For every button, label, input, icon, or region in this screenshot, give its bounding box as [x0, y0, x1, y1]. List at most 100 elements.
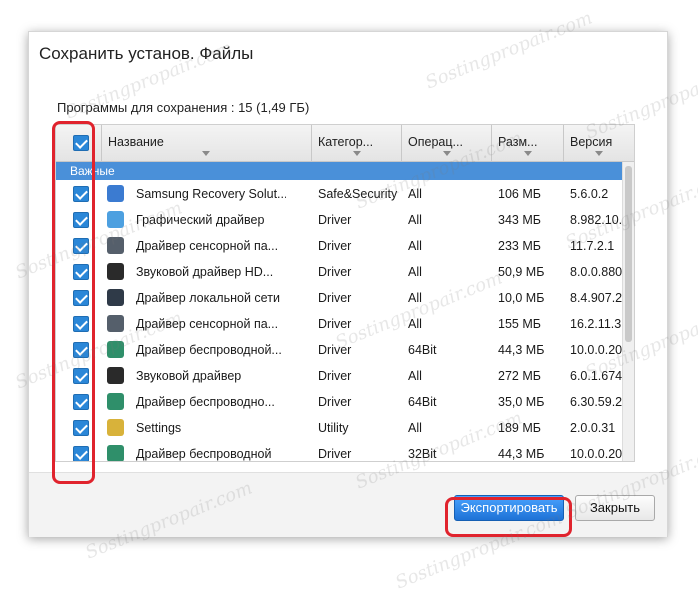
row-size: 106 МБ — [498, 187, 541, 201]
row-name: Драйвер беспроводно... — [136, 395, 275, 409]
row-version: 16.2.11.3 — [570, 317, 622, 331]
group-row-important[interactable]: Важные — [56, 162, 634, 180]
row-category: Driver — [318, 447, 352, 461]
row-name: Звуковой драйвер HD... — [136, 265, 274, 279]
row-size: 44,3 МБ — [498, 343, 545, 357]
close-button[interactable]: Закрыть — [575, 495, 655, 521]
row-size: 343 МБ — [498, 213, 541, 227]
wireless-icon — [107, 445, 124, 461]
row-version: 11.7.2.1 — [570, 239, 615, 253]
row-os: All — [408, 369, 422, 383]
row-category: Driver — [318, 239, 352, 253]
column-header-category[interactable]: Категор... — [312, 125, 402, 161]
vertical-scrollbar[interactable] — [622, 162, 634, 461]
sort-arrow-icon — [595, 151, 603, 156]
column-name-label: Название — [108, 135, 164, 149]
sort-arrow-icon — [353, 151, 361, 156]
row-os: All — [408, 187, 422, 201]
row-category: Driver — [318, 265, 352, 279]
row-category: Driver — [318, 343, 352, 357]
network-icon — [107, 289, 124, 306]
row-name: Драйвер беспроводной... — [136, 343, 282, 357]
row-name: Звуковой драйвер — [136, 369, 242, 383]
column-header-size[interactable]: Разм... — [492, 125, 564, 161]
row-category: Safe&Security — [318, 187, 398, 201]
table-row[interactable]: Settings Utility All 189 МБ 2.0.0.31 — [56, 415, 622, 441]
table-header: Название Категор... Операц... Разм... Ве… — [56, 125, 634, 162]
sort-arrow-icon — [524, 151, 532, 156]
row-category: Driver — [318, 213, 352, 227]
row-version: 6.0.1.6748 — [570, 369, 622, 383]
column-os-label: Операц... — [408, 135, 463, 149]
row-category: Driver — [318, 317, 352, 331]
row-os: 64Bit — [408, 343, 437, 357]
table-row[interactable]: Драйвер беспроводно... Driver 64Bit 35,0 МБ… — [56, 389, 622, 415]
row-size: 35,0 МБ — [498, 395, 545, 409]
row-os: All — [408, 317, 422, 331]
column-header-name[interactable]: Название — [102, 125, 312, 161]
row-size: 189 МБ — [498, 421, 541, 435]
checkbox-column-highlight — [52, 121, 95, 484]
row-version: 8.4.907.2012 — [570, 291, 622, 305]
row-os: All — [408, 291, 422, 305]
table-row[interactable]: Звуковой драйвер Driver All 272 МБ 6.0.1.674… — [56, 363, 622, 389]
touchpad-icon — [107, 315, 124, 332]
sort-arrow-icon — [202, 151, 210, 156]
row-os: All — [408, 265, 422, 279]
row-version: 10.0.0.209 — [570, 447, 622, 461]
row-version: 5.6.0.2 — [570, 187, 609, 201]
row-version: 2.0.0.31 — [570, 421, 616, 435]
save-dialog: Сохранить установ. Файлы Программы для с… — [28, 31, 668, 537]
row-size: 44,3 МБ — [498, 447, 545, 461]
table-row[interactable]: Драйвер сенсорной па... Driver All 233 МБ 11… — [56, 233, 622, 259]
row-os: 32Bit — [408, 447, 437, 461]
column-header-version[interactable]: Версия — [564, 125, 634, 161]
recovery-icon — [107, 185, 124, 202]
row-category: Driver — [318, 395, 352, 409]
dialog-title: Сохранить установ. Файлы — [39, 44, 254, 63]
programs-table: Название Категор... Операц... Разм... Ве… — [55, 124, 635, 462]
row-name: Драйвер сенсорной па... — [136, 317, 279, 331]
scrollbar-thumb[interactable] — [625, 166, 632, 342]
display-icon — [107, 211, 124, 228]
column-size-label: Разм... — [498, 135, 538, 149]
sort-arrow-icon — [443, 151, 451, 156]
wireless-icon — [107, 341, 124, 358]
row-os: 64Bit — [408, 395, 437, 409]
audio-icon — [107, 367, 124, 384]
row-name: Драйвер сенсорной па... — [136, 239, 279, 253]
row-name: Драйвер беспроводной — [136, 447, 272, 461]
row-category: Driver — [318, 369, 352, 383]
table-row[interactable]: Драйвер сенсорной па... Driver All 155 МБ 16… — [56, 311, 622, 337]
column-version-label: Версия — [570, 135, 613, 149]
row-category: Utility — [318, 421, 349, 435]
row-os: All — [408, 213, 422, 227]
table-row[interactable]: Samsung Recovery Solut... Safe&Security Al… — [56, 181, 622, 207]
settings-icon — [107, 419, 124, 436]
column-category-label: Категор... — [318, 135, 374, 149]
row-name: Settings — [136, 421, 182, 435]
row-category: Driver — [318, 291, 352, 305]
table-row[interactable]: Драйвер беспроводной Driver 32Bit 44,3 МБ 10… — [56, 441, 622, 461]
touchpad-icon — [107, 237, 124, 254]
table-row[interactable]: Драйвер беспроводной... Driver 64Bit 44,3 М… — [56, 337, 622, 363]
row-name: Драйвер локальной сети — [136, 291, 280, 305]
row-version: 8.0.0.8807 — [570, 265, 622, 279]
row-size: 272 МБ — [498, 369, 541, 383]
table-row[interactable]: Графический драйвер Driver All 343 МБ 8.982.… — [56, 207, 622, 233]
table-row[interactable]: Звуковой драйвер HD... Driver All 50,9 МБ 8.… — [56, 259, 622, 285]
wireless-icon — [107, 393, 124, 410]
row-size: 233 МБ — [498, 239, 541, 253]
column-header-os[interactable]: Операц... — [402, 125, 492, 161]
row-os: All — [408, 239, 422, 253]
row-size: 50,9 МБ — [498, 265, 545, 279]
row-name: Графический драйвер — [136, 213, 265, 227]
table-row[interactable]: Драйвер локальной сети Driver All 10,0 МБ 8.… — [56, 285, 622, 311]
row-version: 10.0.0.209 — [570, 343, 622, 357]
row-name: Samsung Recovery Solut... — [136, 187, 286, 201]
row-os: All — [408, 421, 422, 435]
row-size: 10,0 МБ — [498, 291, 545, 305]
row-version: 8.982.10.80... — [570, 213, 622, 227]
row-version: 6.30.59.26 — [570, 395, 622, 409]
programs-count-label: Программы для сохранения : 15 (1,49 ГБ) — [57, 100, 310, 115]
